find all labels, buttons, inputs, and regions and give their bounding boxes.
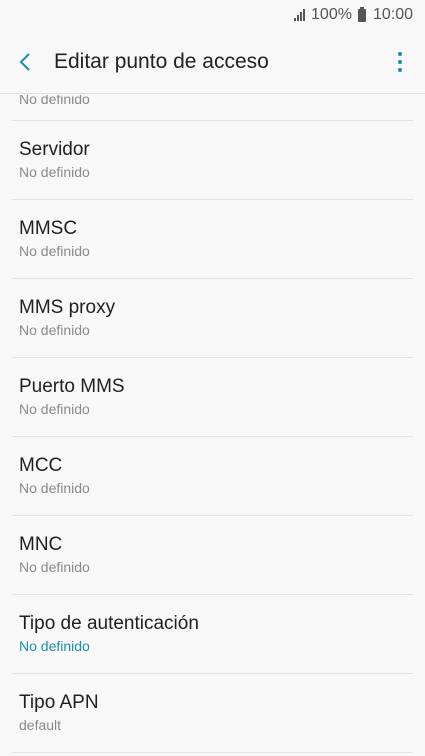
- settings-list[interactable]: No definido Servidor No definido MMSC No…: [0, 95, 425, 756]
- page-title: Editar punto de acceso: [54, 49, 269, 73]
- battery-icon: [357, 6, 366, 22]
- item-title: MMS proxy: [19, 297, 116, 318]
- list-item-servidor[interactable]: Servidor No definido: [12, 121, 413, 200]
- list-item-tipo-apn[interactable]: Tipo APN default: [12, 674, 413, 753]
- item-value: No definido: [19, 401, 90, 417]
- item-value: No definido: [19, 322, 90, 338]
- item-title: MCC: [19, 455, 63, 476]
- battery-percent: 100%: [311, 6, 352, 23]
- list-item-puerto-mms[interactable]: Puerto MMS No definido: [12, 358, 413, 437]
- item-value: No definido: [19, 243, 90, 259]
- item-value: No definido: [19, 638, 90, 654]
- list-item-tipo-autenticacion[interactable]: Tipo de autenticación No definido: [12, 595, 413, 674]
- list-item-mms-proxy[interactable]: MMS proxy No definido: [12, 279, 413, 358]
- list-item-mnc[interactable]: MNC No definido: [12, 516, 413, 595]
- item-title: Servidor: [19, 139, 90, 160]
- item-value: No definido: [19, 559, 90, 575]
- more-options-button[interactable]: [375, 30, 425, 94]
- more-vert-icon: [398, 51, 402, 72]
- app-bar: Editar punto de acceso: [0, 30, 425, 94]
- list-item-mcc[interactable]: MCC No definido: [12, 437, 413, 516]
- status-bar: 100% 10:00: [0, 0, 425, 30]
- list-item-mmsc[interactable]: MMSC No definido: [12, 200, 413, 279]
- item-value: No definido: [19, 95, 90, 107]
- item-value: No definido: [19, 480, 90, 496]
- item-title: Tipo de autenticación: [19, 613, 199, 634]
- item-title: Puerto MMS: [19, 376, 125, 397]
- item-title: MMSC: [19, 218, 78, 239]
- item-value: default: [19, 717, 62, 733]
- item-title: MNC: [19, 534, 63, 555]
- signal-icon: [294, 9, 306, 21]
- chevron-left-icon: [19, 52, 30, 71]
- item-value: No definido: [19, 164, 90, 180]
- clock: 10:00: [372, 6, 413, 23]
- back-button[interactable]: [0, 30, 50, 94]
- item-title: Tipo APN: [19, 692, 99, 713]
- list-item-partial[interactable]: No definido: [12, 95, 413, 121]
